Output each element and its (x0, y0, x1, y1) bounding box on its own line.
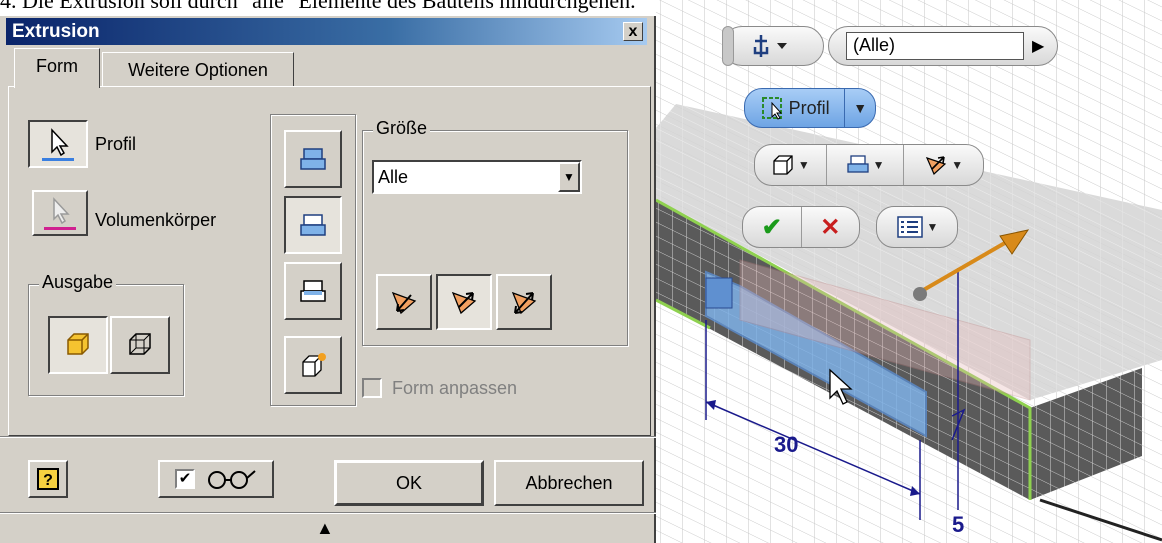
model-canvas (656, 0, 1162, 543)
symmetric-icon (511, 291, 537, 315)
extent-select[interactable]: Alle ▼ (372, 160, 582, 194)
dialog-title: Extrusion (12, 21, 100, 42)
checkmark-icon[interactable]: ✔ (743, 207, 802, 247)
tab-form[interactable]: Form (14, 48, 100, 88)
extent-select-value: Alle (378, 167, 409, 187)
surface-output-button[interactable] (110, 316, 170, 374)
help-button[interactable]: ? (28, 460, 68, 498)
direction-1-button[interactable] (376, 274, 432, 330)
more-options-dropdown[interactable]: ▼ (876, 206, 958, 248)
dimension-value-length[interactable]: 30 (774, 432, 798, 458)
intersect-button[interactable] (284, 262, 342, 320)
new-solid-button[interactable] (284, 336, 342, 394)
expand-arrow-icon[interactable]: ▲ (316, 518, 334, 539)
cut-icon (300, 214, 326, 236)
page-caption: 4. Die Extrusion soll durch "alle" Eleme… (0, 0, 636, 13)
selection-filter-icon (753, 35, 787, 57)
preview-toggle[interactable]: ✔ (158, 460, 274, 498)
selection-combo-field[interactable]: (Alle) (846, 32, 1024, 60)
extent-group-title: Größe (373, 118, 431, 139)
profile-toolbar-label: Profil (788, 97, 830, 118)
profile-select-button[interactable] (28, 120, 88, 168)
tab-more-options[interactable]: Weitere Optionen (102, 52, 294, 86)
extrude-options-toolbar: ▼ ▼ ▼ (754, 144, 984, 186)
output-type-dropdown[interactable]: ▼ (755, 145, 827, 185)
solid-select-button[interactable] (32, 190, 88, 236)
glasses-icon (208, 470, 256, 489)
solid-label: Volumenkörper (95, 210, 217, 230)
cut-icon (846, 155, 869, 173)
extrusion-dialog: Extrusion x Form Weitere Optionen Profil… (0, 16, 656, 543)
direction-2-icon (451, 291, 477, 315)
match-shape-label: Form anpassen (392, 378, 518, 398)
symmetric-button[interactable] (496, 274, 552, 330)
model-viewport[interactable]: 30 5 (Alle) ▶ Profil ▼ ▼ ▼ ▼ ✔ ✕ ▼ (656, 0, 1162, 543)
extrude-arrow-handle[interactable] (913, 287, 927, 301)
options-list-icon (896, 216, 923, 238)
surface-output-icon (129, 333, 151, 355)
profile-toolbar-button[interactable]: Profil ▼ (744, 88, 876, 128)
direction-dropdown[interactable]: ▼ (904, 145, 983, 185)
cancel-button[interactable]: Abbrechen (494, 460, 644, 506)
confirm-toolbar: ✔ ✕ (742, 206, 860, 248)
x-icon[interactable]: ✕ (802, 207, 860, 247)
join-icon (300, 148, 326, 170)
cut-button[interactable] (284, 196, 342, 254)
profile-select-icon (761, 97, 782, 120)
dimension-value-depth[interactable]: 5 (952, 512, 964, 538)
join-button[interactable] (284, 130, 342, 188)
cursor-arrow-disabled-icon (44, 197, 76, 230)
ok-button[interactable]: OK (334, 460, 484, 506)
solid-output-icon (67, 333, 89, 355)
direction-1-icon (391, 291, 417, 315)
dialog-titlebar[interactable]: Extrusion x (6, 18, 647, 45)
chevron-down-icon[interactable]: ▼ (558, 162, 580, 192)
selection-filter-button[interactable] (722, 26, 824, 66)
profile-corner (705, 277, 733, 309)
profile-label: Profil (95, 134, 137, 154)
chevron-right-icon[interactable]: ▶ (1032, 36, 1044, 56)
direction-2-button[interactable] (436, 274, 492, 330)
cancel-label: Abbrechen (525, 472, 613, 493)
output-group-title: Ausgabe (39, 272, 117, 293)
help-icon: ? (37, 468, 59, 490)
match-shape-checkbox[interactable] (362, 378, 382, 398)
operation-dropdown[interactable]: ▼ (827, 145, 905, 185)
chevron-down-icon[interactable]: ▼ (845, 89, 875, 127)
new-solid-icon (302, 353, 326, 377)
toolbar-grip[interactable] (722, 26, 734, 66)
close-button[interactable]: x (623, 22, 643, 41)
solid-output-button[interactable] (48, 316, 108, 374)
preview-checkbox[interactable]: ✔ (175, 469, 195, 489)
dialog-separator-bottom (0, 512, 656, 514)
dialog-separator (0, 436, 656, 438)
cursor-arrow-icon (42, 128, 74, 161)
solid-output-icon (773, 155, 793, 175)
intersect-icon (300, 280, 326, 302)
direction-2-icon (926, 156, 947, 176)
ok-label: OK (395, 472, 422, 493)
